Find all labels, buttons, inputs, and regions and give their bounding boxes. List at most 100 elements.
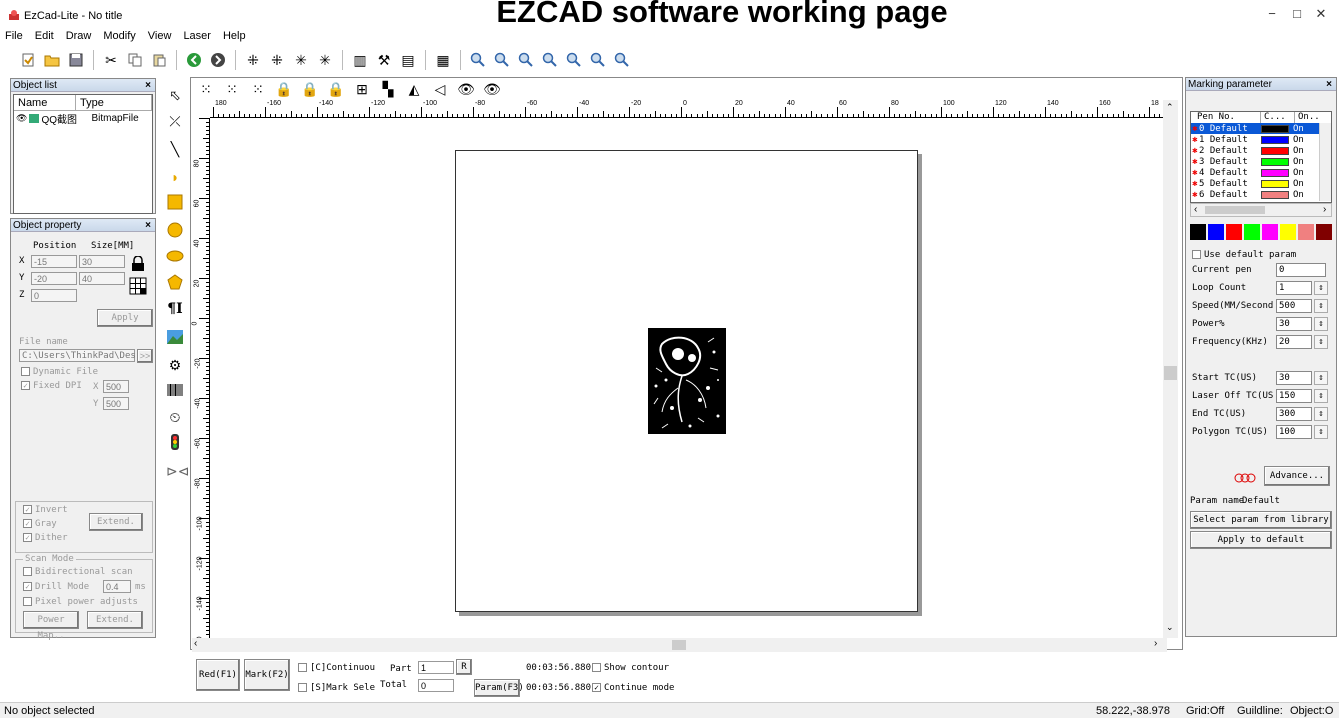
ungroup-icon[interactable]: ⁙ <box>222 79 242 99</box>
object-list-table[interactable]: Name Type 👁 QQ截图 BitmapFile <box>13 94 153 214</box>
scroll-right-icon[interactable]: › <box>1154 638 1157 649</box>
pen-on-state[interactable]: On <box>1293 190 1304 200</box>
param-field[interactable]: 30 <box>1276 371 1312 385</box>
maximize-button[interactable]: □ <box>1287 6 1307 24</box>
zoom-out-icon[interactable] <box>516 50 536 70</box>
advance-button[interactable]: Advance... <box>1264 466 1330 486</box>
continuous-checkbox[interactable]: [C]Continuou <box>298 663 375 673</box>
pen-row[interactable]: ✱ 0 Default On <box>1191 123 1331 134</box>
node-break-icon[interactable]: ✳ <box>291 50 311 70</box>
param-spinner-icon[interactable]: ⇕ <box>1314 371 1328 385</box>
anchor-grid-icon[interactable] <box>129 277 147 295</box>
show-icon[interactable]: 👁 <box>456 79 476 99</box>
pen-scroll-thumb[interactable] <box>1205 206 1265 214</box>
extend2-button[interactable]: Extend. <box>87 611 143 629</box>
marking-parameter-close-icon[interactable]: × <box>1326 78 1332 91</box>
node-edit-tool-icon[interactable]: ⤫ <box>166 112 184 130</box>
size-width-field[interactable]: 30 <box>79 255 125 268</box>
param-spinner-icon[interactable]: ⇕ <box>1314 407 1328 421</box>
position-z-field[interactable]: 0 <box>31 289 77 302</box>
vertical-scrollbar[interactable]: ⌃ ⌄ <box>1163 100 1178 638</box>
pen-color-swatch[interactable] <box>1261 146 1289 155</box>
part-field[interactable]: 1 <box>418 661 454 674</box>
polygon-tool-icon[interactable] <box>166 274 184 292</box>
node-edit-icon[interactable]: ⁜ <box>243 50 263 70</box>
vector-file-tool-icon[interactable]: ⚙ <box>166 356 184 374</box>
save-icon[interactable] <box>66 50 86 70</box>
param-spinner-icon[interactable]: ⇕ <box>1314 425 1328 439</box>
status-object[interactable]: Object:O <box>1290 705 1339 717</box>
dynamic-file-checkbox[interactable]: Dynamic File <box>21 367 98 377</box>
apply-default-button[interactable]: Apply to default <box>1190 531 1332 549</box>
pen-color-swatch[interactable] <box>1261 157 1289 166</box>
bitmap-object[interactable] <box>648 328 726 434</box>
dither-checkbox[interactable]: ✓ Dither <box>23 533 68 543</box>
paste-icon[interactable] <box>149 50 169 70</box>
pen-on-state[interactable]: On <box>1293 146 1304 156</box>
pen-on-state[interactable]: On <box>1293 168 1304 178</box>
open-file-icon[interactable] <box>42 50 62 70</box>
pen-row[interactable]: ✱ 2 Default On <box>1191 145 1331 156</box>
show-contour-checkbox[interactable]: Show contour <box>592 663 669 673</box>
file-path-field[interactable]: C:\Users\ThinkPad\Des <box>19 349 136 362</box>
menu-view[interactable]: View <box>147 30 173 46</box>
dpi-x-field[interactable]: 500 <box>103 380 129 393</box>
pen-on-state[interactable]: On <box>1293 179 1304 189</box>
reset-part-button[interactable]: R <box>456 659 472 675</box>
param-field[interactable]: 0 <box>1276 263 1326 277</box>
mark-selected-checkbox[interactable]: [S]Mark Sele <box>298 683 375 693</box>
lock-icon[interactable] <box>131 255 145 272</box>
param-field[interactable]: 500 <box>1276 299 1312 313</box>
pen-row[interactable]: ✱ 5 Default On <box>1191 178 1331 189</box>
pen-row[interactable]: ✱ 4 Default On <box>1191 167 1331 178</box>
param-spinner-icon[interactable]: ⇕ <box>1314 299 1328 313</box>
combine-icon[interactable]: ⁙ <box>248 79 268 99</box>
menu-laser[interactable]: Laser <box>182 30 212 46</box>
rectangle-tool-icon[interactable] <box>166 194 184 212</box>
red-button[interactable]: Red(F1) <box>196 659 240 691</box>
scroll-down-icon[interactable]: ⌄ <box>1166 622 1174 633</box>
zoom-in-icon[interactable] <box>492 50 512 70</box>
copy-icon[interactable] <box>125 50 145 70</box>
param-field[interactable]: 150 <box>1276 389 1312 403</box>
drill-time-field[interactable]: 0.4 <box>103 580 131 593</box>
power-map-button[interactable]: Power Map.. <box>23 611 79 641</box>
zoom-workspace-icon[interactable] <box>612 50 632 70</box>
param-field[interactable]: 300 <box>1276 407 1312 421</box>
close-button[interactable]: ✕ <box>1311 6 1331 24</box>
barcode-tool-icon[interactable]: ▦ <box>433 50 453 70</box>
column-header-on[interactable]: On.. <box>1295 112 1331 123</box>
drill-mode-checkbox[interactable]: ✓ Drill Mode <box>23 582 89 592</box>
fixed-dpi-checkbox[interactable]: ✓ Fixed DPI <box>21 381 82 391</box>
param-button[interactable]: Param(F3) <box>474 679 524 697</box>
gray-checkbox[interactable]: ✓ Gray <box>23 519 57 529</box>
wobble-icon[interactable] <box>1234 472 1260 484</box>
invert-checkbox[interactable]: ✓ Invert <box>23 505 68 515</box>
pen-color-swatch[interactable] <box>1261 190 1289 199</box>
minimize-button[interactable]: − <box>1262 6 1282 24</box>
column-header-type[interactable]: Type <box>76 95 152 110</box>
node-join-icon[interactable]: ⁜ <box>267 50 287 70</box>
palette-color[interactable] <box>1262 224 1278 240</box>
param-field[interactable]: 20 <box>1276 335 1312 349</box>
circle-tool-icon[interactable] <box>166 222 184 240</box>
bidirectional-checkbox[interactable]: Bidirectional scan <box>23 567 133 577</box>
new-file-icon[interactable] <box>18 50 38 70</box>
param-spinner-icon[interactable]: ⇕ <box>1314 281 1328 295</box>
zoom-icon[interactable] <box>468 50 488 70</box>
io-port-tool-icon[interactable] <box>166 434 184 452</box>
position-y-field[interactable]: -20 <box>31 272 77 285</box>
pen-color-swatch[interactable] <box>1261 135 1289 144</box>
unlock-object-icon[interactable]: 🔒 <box>300 79 320 99</box>
horizontal-scroll-thumb[interactable] <box>672 640 686 650</box>
select-library-button[interactable]: Select param from library <box>1190 511 1332 529</box>
mirror-h-icon[interactable]: ◭ <box>404 79 424 99</box>
column-header-pen[interactable]: Pen No. <box>1191 112 1261 123</box>
pen-on-state[interactable]: On <box>1293 157 1304 167</box>
lock-object-icon[interactable]: 🔒 <box>274 79 294 99</box>
node-smooth-icon[interactable]: ✳ <box>315 50 335 70</box>
palette-color[interactable] <box>1316 224 1332 240</box>
menu-file[interactable]: File <box>4 30 24 46</box>
zoom-all-icon[interactable] <box>564 50 584 70</box>
menu-help[interactable]: Help <box>222 30 247 46</box>
